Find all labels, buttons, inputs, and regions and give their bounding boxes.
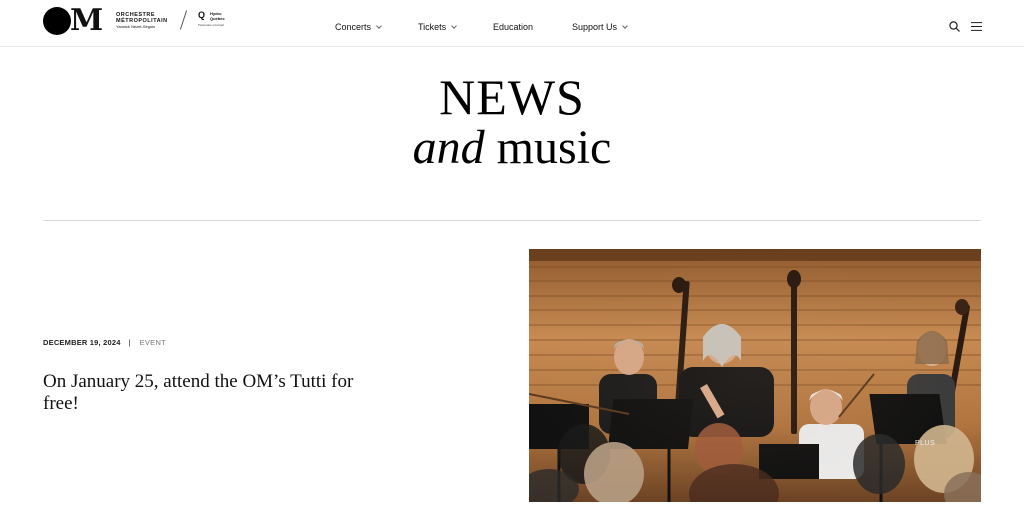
nav-item-label: Support Us: [572, 22, 618, 32]
nav-item-label: Concerts: [335, 22, 372, 32]
page-title-line2: and music: [0, 122, 1024, 174]
partner-name-line2: Québec: [210, 15, 225, 21]
nav-item-tickets[interactable]: Tickets: [418, 22, 458, 32]
article-meta: DECEMBER 19, 2024 | EVENT: [43, 338, 166, 347]
logo-name: ORCHESTRE MÉTROPOLITAIN: [116, 12, 168, 24]
meta-separator: |: [128, 338, 131, 347]
logo-letter-m: M: [70, 3, 103, 38]
article-date: DECEMBER 19, 2024: [43, 338, 121, 347]
section-divider: [43, 220, 981, 221]
logo-circle-icon: [43, 7, 71, 35]
logo-divider: [179, 10, 188, 30]
nav-item-label: Tickets: [418, 22, 447, 32]
article-category[interactable]: EVENT: [140, 338, 167, 347]
nav-item-education[interactable]: Education: [493, 22, 533, 32]
article-photo[interactable]: PLUS: [529, 249, 981, 502]
page-title-italic: and: [412, 121, 485, 174]
search-icon[interactable]: [949, 21, 960, 32]
page-title-line1: NEWS: [439, 69, 585, 125]
article-headline[interactable]: On January 25, attend the OM’s Tutti for…: [43, 371, 383, 415]
chevron-down-icon: [451, 22, 458, 29]
partner-subtitle: Partenaire principal: [198, 23, 224, 27]
nav-item-support-us[interactable]: Support Us: [572, 22, 628, 32]
image-overlay-label[interactable]: PLUS: [915, 440, 935, 447]
hamburger-menu-icon[interactable]: [971, 22, 982, 31]
site-header: M ORCHESTRE MÉTROPOLITAIN Yannick Nézet-…: [0, 0, 1024, 47]
orchestra-photo-illustration: [529, 249, 981, 502]
om-logo[interactable]: M: [43, 3, 103, 38]
chevron-down-icon: [376, 22, 382, 29]
chevron-down-icon: [622, 22, 628, 29]
logo-subtitle: Yannick Nézet-Séguin: [116, 24, 156, 29]
partner-logo-mark: Q: [198, 10, 206, 20]
nav-item-label: Education: [493, 22, 534, 32]
partner-logo-name: Hydro Québec: [210, 11, 225, 21]
page-title-rest: music: [484, 121, 612, 174]
nav-item-concerts[interactable]: Concerts: [335, 22, 382, 32]
